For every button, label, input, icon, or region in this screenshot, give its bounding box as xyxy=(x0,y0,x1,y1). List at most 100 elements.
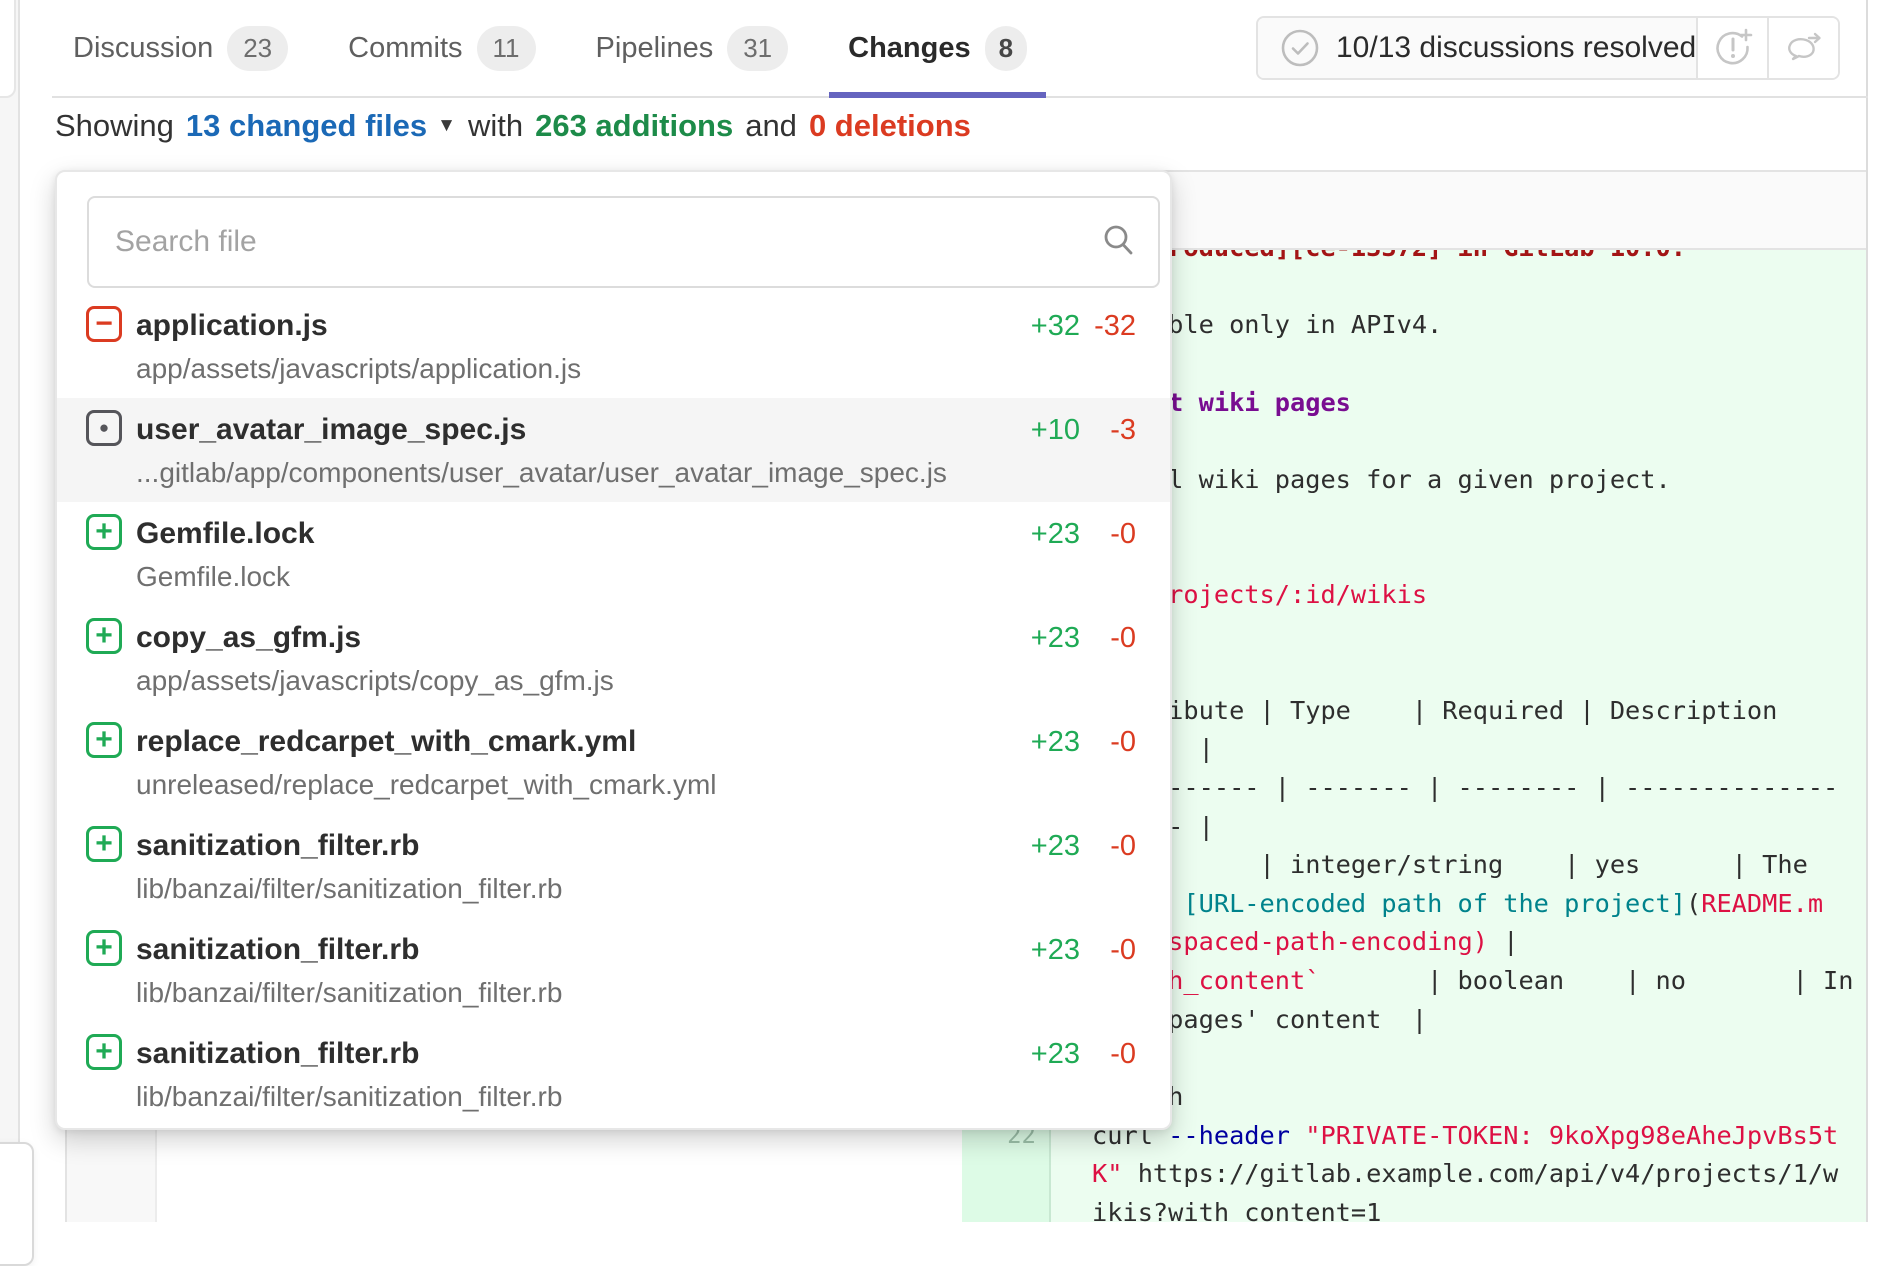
file-additions: +23 xyxy=(1031,622,1080,655)
summary-additions: 263 additions xyxy=(535,108,733,144)
file-additions: +23 xyxy=(1031,726,1080,759)
file-path: unreleased/replace_redcarpet_with_cmark.… xyxy=(136,768,717,802)
tab-pipelines[interactable]: Pipelines 31 xyxy=(581,0,804,96)
file-name: copy_as_gfm.js xyxy=(136,618,361,658)
summary-deletions: 0 deletions xyxy=(809,108,971,144)
file-deletions: -0 xyxy=(1110,518,1136,551)
diff-added-line: h_content` | boolean | no | In xyxy=(1092,961,1854,1000)
summary-with-word: with xyxy=(468,108,523,144)
code-segment: ------ | ------- | -------- | ----------… xyxy=(1092,773,1838,802)
file-row[interactable]: + sanitization_filter.rb lib/banzai/filt… xyxy=(57,918,1170,1022)
diff-added-line: roduced][ce-13372] in GitLab 10.0. xyxy=(1092,250,1686,267)
resolve-with-new-issue-button[interactable] xyxy=(1698,18,1769,78)
file-name: sanitization_filter.rb xyxy=(136,930,419,970)
code-segment: roduced][ce-13372] in GitLab 10.0. xyxy=(1092,250,1686,262)
file-deletions: -0 xyxy=(1110,622,1136,655)
file-renamed-icon: ● xyxy=(86,410,122,446)
code-segment: ikis?with_content=1 xyxy=(1092,1198,1381,1222)
chevron-down-icon: ▼ xyxy=(437,115,456,137)
file-modified-icon: − xyxy=(86,306,122,342)
diff-added-line: | integer/string | yes | The xyxy=(1092,845,1808,884)
tab-commits-label: Commits xyxy=(348,32,462,65)
file-additions: +23 xyxy=(1031,830,1080,863)
tab-commits[interactable]: Commits 11 xyxy=(333,0,550,96)
file-deletions: -0 xyxy=(1110,830,1136,863)
tab-pipelines-count-badge: 31 xyxy=(727,26,788,71)
code-segment: [URL-encoded path of the project] xyxy=(1183,889,1686,918)
tabs: Discussion 23 Commits 11 Pipelines 31 Ch… xyxy=(58,0,1042,96)
file-deletions: -0 xyxy=(1110,1038,1136,1071)
file-name: sanitization_filter.rb xyxy=(136,826,419,866)
file-path: lib/banzai/filter/sanitization_filter.rb xyxy=(136,1080,562,1114)
file-additions: +23 xyxy=(1031,1038,1080,1071)
file-additions: +23 xyxy=(1031,934,1080,967)
discussions-resolved-status: 10/13 discussions resolved xyxy=(1258,18,1698,78)
code-segment: README.m xyxy=(1701,889,1823,918)
check-circle-icon xyxy=(1280,28,1320,68)
file-name: application.js xyxy=(136,306,328,346)
code-segment xyxy=(1290,1121,1305,1150)
file-path: app/assets/javascripts/application.js xyxy=(136,352,581,386)
file-added-icon: + xyxy=(86,514,122,550)
tab-pipelines-label: Pipelines xyxy=(596,32,714,65)
summary-prefix: Showing xyxy=(55,108,174,144)
file-row[interactable]: + replace_redcarpet_with_cmark.yml unrel… xyxy=(57,710,1170,814)
file-row[interactable]: + sanitization_filter.rb lib/banzai/filt… xyxy=(57,814,1170,918)
tab-changes-label: Changes xyxy=(848,32,970,65)
file-name: replace_redcarpet_with_cmark.yml xyxy=(136,722,636,762)
file-added-icon: + xyxy=(86,930,122,966)
new-issue-from-discussions-icon xyxy=(1711,26,1755,70)
file-path: lib/banzai/filter/sanitization_filter.rb xyxy=(136,872,562,906)
file-name: sanitization_filter.rb xyxy=(136,1034,419,1074)
file-name: user_avatar_image_spec.js xyxy=(136,410,526,450)
diff-added-line: curl --header "PRIVATE-TOKEN: 9koXpg98eA… xyxy=(1092,1116,1838,1155)
offscreen-button-bottom-left xyxy=(0,1142,34,1266)
code-segment: h_content` xyxy=(1168,966,1320,995)
discussions-resolved-label: 10/13 discussions resolved xyxy=(1336,31,1696,65)
file-added-icon: + xyxy=(86,618,122,654)
code-segment: | xyxy=(1488,927,1518,956)
code-segment: spaced-path-encoding) xyxy=(1168,927,1488,956)
file-row[interactable]: − application.js app/assets/javascripts/… xyxy=(57,294,1170,398)
code-segment: ( xyxy=(1686,889,1701,918)
tab-discussion-count-badge: 23 xyxy=(227,26,288,71)
summary-and-word: and xyxy=(745,108,797,144)
diff-added-line: ibute | Type | Required | Description xyxy=(1092,691,1777,730)
jump-to-next-discussion-icon xyxy=(1782,26,1826,70)
file-name: Gemfile.lock xyxy=(136,514,314,554)
diff-added-line: K" https://gitlab.example.com/api/v4/pro… xyxy=(1092,1154,1838,1193)
code-segment: | boolean | no | In xyxy=(1320,966,1853,995)
code-segment: | integer/string | yes | The xyxy=(1092,850,1808,879)
file-row[interactable]: + copy_as_gfm.js app/assets/javascripts/… xyxy=(57,606,1170,710)
file-added-icon: + xyxy=(86,826,122,862)
file-row[interactable]: + sanitization_filter.rb lib/banzai/filt… xyxy=(57,1022,1170,1126)
diff-added-line: ikis?with_content=1 xyxy=(1092,1193,1381,1222)
jump-to-next-discussion-button[interactable] xyxy=(1769,18,1838,78)
tab-changes[interactable]: Changes 8 xyxy=(833,0,1042,96)
file-deletions: -32 xyxy=(1094,310,1136,343)
file-path: lib/banzai/filter/sanitization_filter.rb xyxy=(136,976,562,1010)
search-file-input[interactable] xyxy=(87,196,1160,288)
file-path: app/assets/javascripts/copy_as_gfm.js xyxy=(136,664,614,698)
tab-changes-count-badge: 8 xyxy=(985,26,1027,71)
changes-summary-row: Showing 13 changed files ▼ with 263 addi… xyxy=(55,102,971,150)
file-deletions: -3 xyxy=(1110,414,1136,447)
file-added-icon: + xyxy=(86,722,122,758)
tab-discussion[interactable]: Discussion 23 xyxy=(58,0,303,96)
offscreen-panel-top-left xyxy=(0,0,16,98)
tab-commits-count-badge: 11 xyxy=(477,26,536,71)
discussions-actions-group: 10/13 discussions resolved xyxy=(1256,16,1840,80)
file-row[interactable]: ● user_avatar_image_spec.js ...gitlab/ap… xyxy=(57,398,1170,502)
diff-added-line: [URL-encoded path of the project](README… xyxy=(1092,884,1823,923)
file-added-icon: + xyxy=(86,1034,122,1070)
file-row[interactable]: + Gemfile.lock Gemfile.lock +23 -0 xyxy=(57,502,1170,606)
file-list: − application.js app/assets/javascripts/… xyxy=(57,294,1170,1126)
file-additions: +10 xyxy=(1031,414,1080,447)
file-additions: +23 xyxy=(1031,518,1080,551)
changed-files-dropdown-toggle[interactable]: 13 changed files xyxy=(186,108,427,144)
file-deletions: -0 xyxy=(1110,726,1136,759)
code-segment: l wiki pages for a given project. xyxy=(1092,465,1671,494)
code-segment: https://gitlab.example.com/api/v4/projec… xyxy=(1122,1159,1838,1188)
diff-added-line: l wiki pages for a given project. xyxy=(1092,460,1671,499)
code-segment: "PRIVATE-TOKEN: 9koXpg98eAheJpvBs5t xyxy=(1305,1121,1838,1150)
